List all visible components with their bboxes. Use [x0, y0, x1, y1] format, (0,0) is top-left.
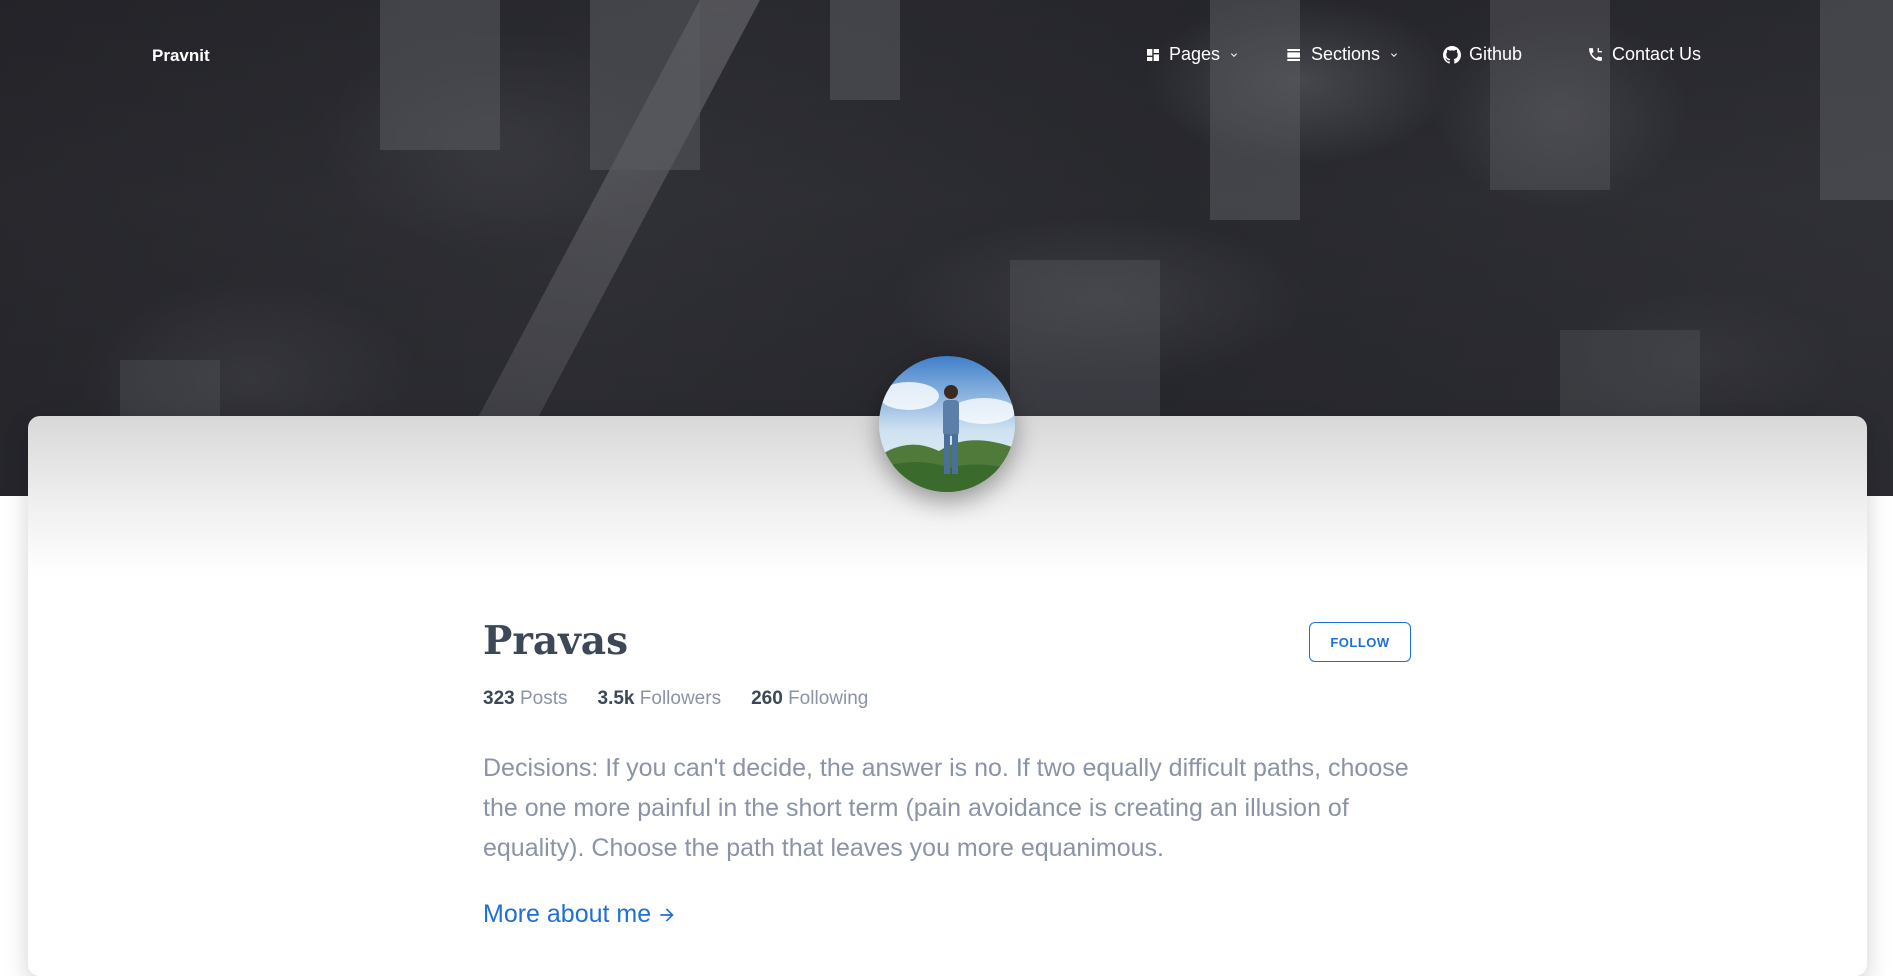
stat-followers-value: 3.5k [597, 688, 635, 709]
nav-contact-label: Contact Us [1612, 44, 1702, 64]
stat-posts-value: 323 [483, 688, 515, 709]
stat-posts-label: Posts [519, 688, 568, 709]
brand-logo[interactable]: Pravnit [152, 46, 210, 66]
nav-contact[interactable]: Contact Us [1587, 44, 1701, 65]
stat-following: 260 Following [751, 688, 868, 710]
more-about-link[interactable]: More about me [483, 900, 677, 929]
more-about-label: More about me [483, 900, 652, 928]
chevron-down-icon [1231, 52, 1238, 57]
chevron-down-icon [1391, 52, 1398, 57]
profile-bio: Decisions: If you can't decide, the answ… [483, 754, 1409, 862]
nav-sections-label: Sections [1311, 44, 1381, 64]
stat-posts: 323 Posts [483, 688, 568, 710]
stat-following-label: Following [788, 688, 869, 709]
stat-following-value: 260 [751, 688, 783, 709]
nav-github-label: Github [1469, 44, 1523, 64]
phone-icon [1589, 48, 1602, 61]
arrow-right-icon [660, 907, 674, 922]
nav-pages[interactable]: Pages [1145, 44, 1240, 65]
profile-card [28, 416, 1867, 976]
navbar: Pravnit Pages Sections Github Contact Us [0, 0, 1893, 112]
nav-pages-label: Pages [1169, 44, 1221, 64]
follow-button[interactable]: FOLLOW [1309, 622, 1411, 662]
dashboard-icon [1147, 48, 1159, 61]
avatar [879, 356, 1015, 492]
nav-github[interactable]: Github [1443, 44, 1522, 65]
stat-followers-label: Followers [639, 688, 722, 709]
profile-stats: 323 Posts 3.5k Followers 260 Following [483, 688, 868, 710]
nav-sections[interactable]: Sections [1285, 44, 1400, 65]
avatar-image [879, 356, 1015, 492]
stat-followers: 3.5k Followers [598, 688, 722, 710]
profile-name: Pravas [483, 618, 629, 664]
github-icon [1443, 45, 1461, 64]
view-day-icon [1287, 48, 1300, 61]
